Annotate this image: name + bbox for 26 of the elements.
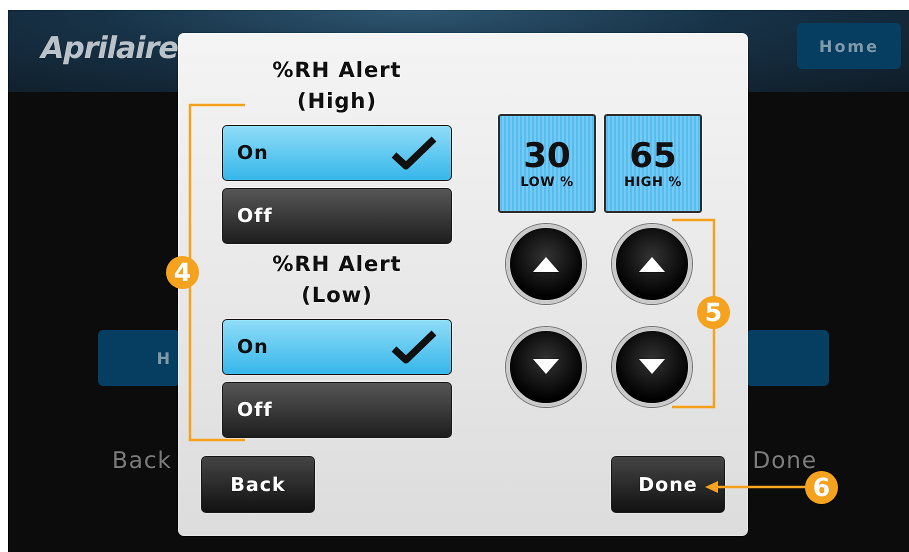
down-triangle-icon: [531, 358, 561, 376]
callout-number: 6: [805, 471, 838, 504]
alert-title: %RH Alert (High): [271, 57, 403, 115]
back-button[interactable]: Back: [201, 456, 315, 513]
toggle-option[interactable]: Off: [222, 188, 452, 244]
alert-title: %RH Alert (Low): [271, 251, 403, 309]
readout-value: 30: [523, 137, 571, 175]
readout-label: HIGH %: [624, 175, 682, 190]
home-button[interactable]: Home: [797, 23, 901, 69]
back-label[interactable]: Back: [112, 448, 172, 474]
toggle-option[interactable]: On: [222, 319, 452, 375]
brand-logo: Aprilaire: [41, 30, 178, 66]
checkmark-icon: [391, 329, 437, 365]
readout-label: LOW %: [520, 175, 574, 190]
checkmark-icon: [391, 135, 437, 171]
up-triangle-icon: [637, 255, 667, 273]
callout-number: 4: [166, 256, 199, 289]
done-label[interactable]: Done: [752, 448, 817, 474]
up-triangle-icon: [531, 255, 561, 273]
readout-value: 65: [629, 137, 677, 175]
toggle-option[interactable]: On: [222, 125, 452, 181]
background-button[interactable]: [746, 330, 829, 386]
toggle-option[interactable]: Off: [222, 382, 452, 438]
background-button[interactable]: H: [98, 330, 180, 386]
down-triangle-icon: [637, 358, 667, 376]
done-button[interactable]: Done: [611, 456, 725, 513]
